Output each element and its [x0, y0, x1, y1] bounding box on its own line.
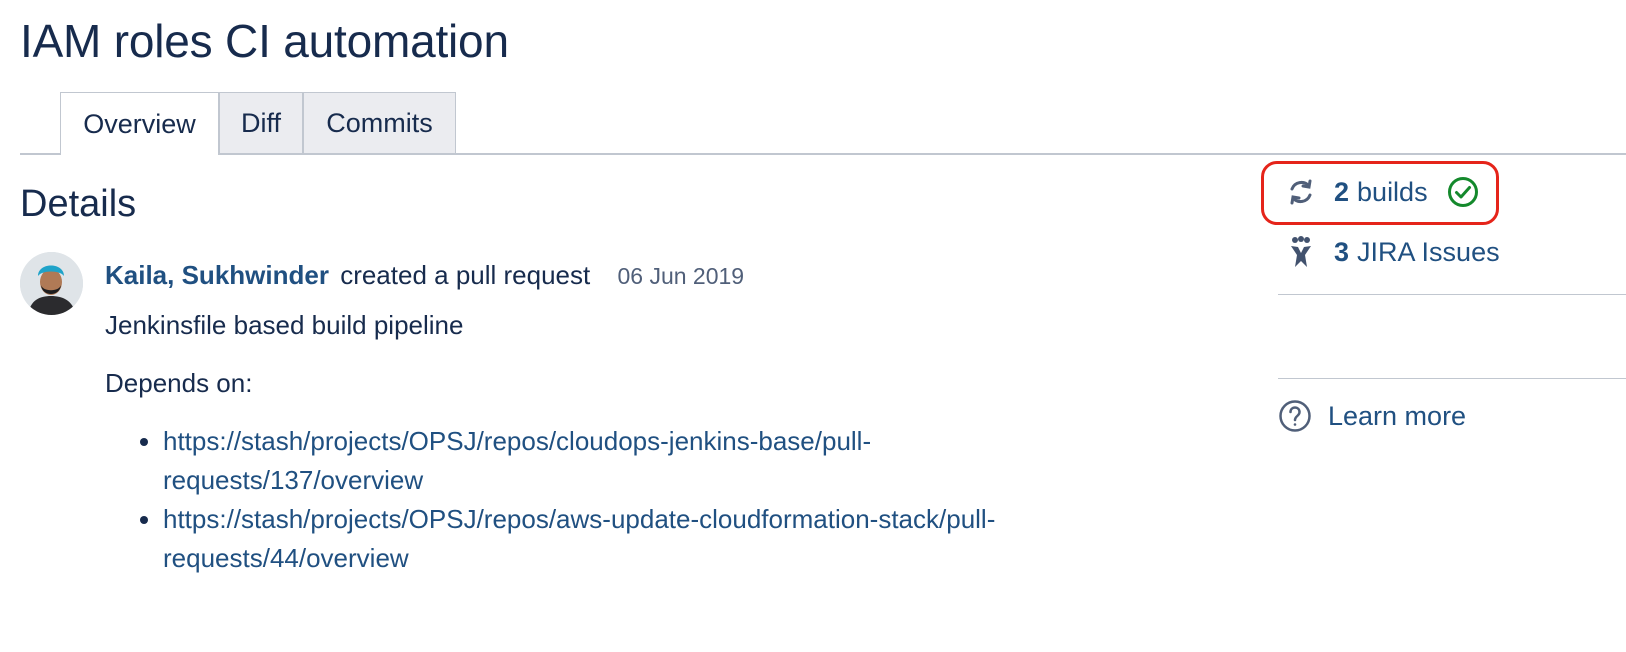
- pr-activity: Kaila, Sukhwinder created a pull request…: [105, 258, 1105, 578]
- activity-action: created a pull request: [340, 260, 591, 290]
- jira-issues-link[interactable]: 3 JIRA Issues: [1284, 235, 1500, 269]
- activity-date: 06 Jun 2019: [617, 263, 745, 289]
- tab-commits[interactable]: Commits: [303, 92, 456, 153]
- builds-count: 2: [1334, 176, 1350, 207]
- activity-header: Kaila, Sukhwinder created a pull request…: [105, 258, 1105, 293]
- tab-bar: Overview Diff Commits: [20, 92, 1626, 155]
- jira-label: JIRA Issues: [1357, 236, 1500, 267]
- author-link[interactable]: Kaila, Sukhwinder: [105, 260, 329, 290]
- dependency-link[interactable]: https://stash/projects/OPSJ/repos/cloudo…: [163, 426, 871, 495]
- sidebar-divider: [1278, 294, 1626, 295]
- learn-more-link[interactable]: Learn more: [1278, 399, 1466, 433]
- avatar[interactable]: [20, 252, 83, 315]
- pr-description: Jenkinsfile based build pipeline: [105, 310, 464, 340]
- tab-overview[interactable]: Overview: [60, 92, 219, 155]
- help-icon: [1278, 399, 1312, 433]
- list-item: https://stash/projects/OPSJ/repos/aws-up…: [163, 500, 1063, 578]
- jira-icon: [1284, 235, 1318, 269]
- dependency-link[interactable]: https://stash/projects/OPSJ/repos/aws-up…: [163, 504, 995, 573]
- depends-label: Depends on:: [105, 368, 253, 398]
- list-item: https://stash/projects/OPSJ/repos/cloudo…: [163, 422, 1063, 500]
- dependency-list: https://stash/projects/OPSJ/repos/cloudo…: [105, 422, 1105, 578]
- builds-link[interactable]: 2 builds: [1284, 175, 1480, 209]
- tab-diff[interactable]: Diff: [219, 92, 303, 153]
- jira-count: 3: [1334, 236, 1350, 267]
- sync-icon: [1284, 175, 1318, 209]
- page-title: IAM roles CI automation: [20, 15, 509, 67]
- sidebar-divider: [1278, 378, 1626, 379]
- details-heading: Details: [20, 183, 137, 225]
- builds-label: builds: [1357, 176, 1428, 207]
- check-circle-icon: [1446, 175, 1480, 209]
- learn-more-label: Learn more: [1328, 400, 1467, 431]
